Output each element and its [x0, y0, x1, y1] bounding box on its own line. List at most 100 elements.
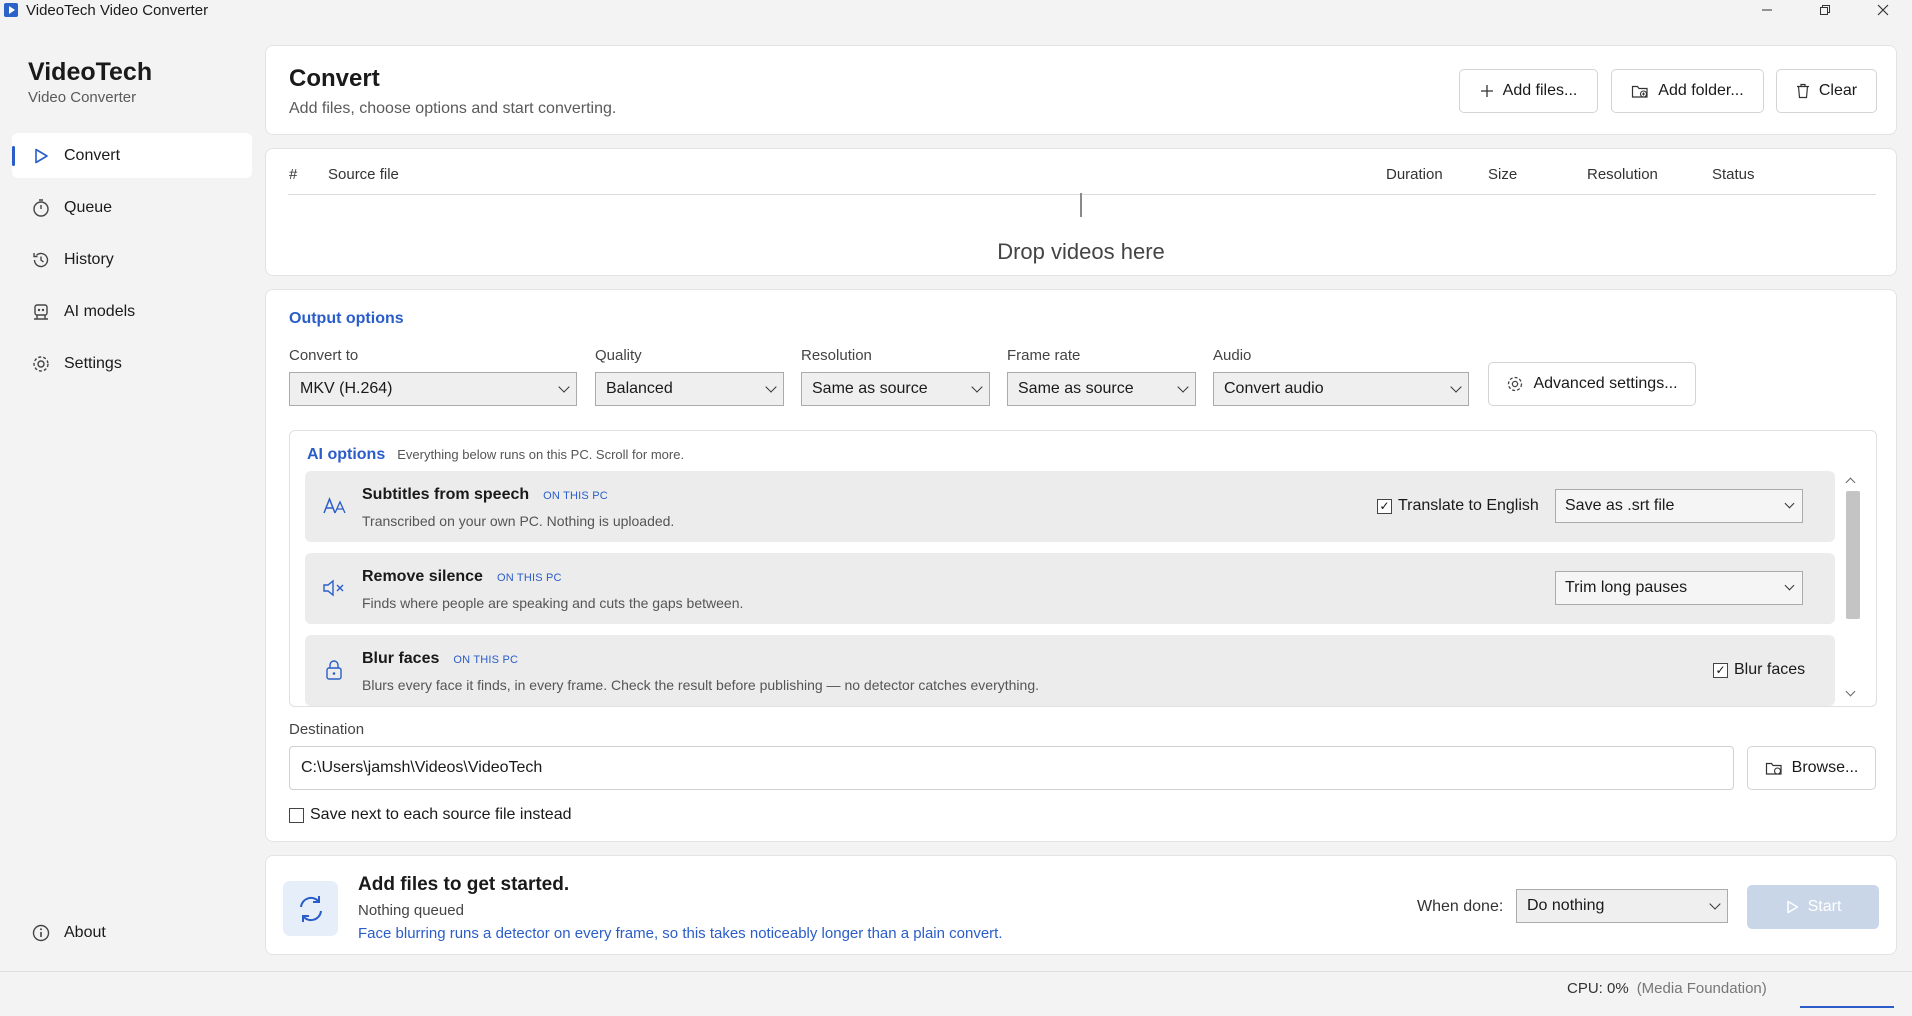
- plus-icon: [1480, 84, 1494, 98]
- sidebar-item-about[interactable]: About: [12, 910, 252, 955]
- ai-card-title: Blur faces ON THIS PC: [362, 650, 518, 668]
- chevron-down-icon: [1709, 898, 1721, 910]
- restore-button[interactable]: [1796, 0, 1854, 20]
- column-header-index: #: [289, 166, 298, 183]
- column-header-source[interactable]: Source file: [328, 166, 399, 183]
- refresh-icon: [283, 881, 338, 936]
- sidebar-item-convert[interactable]: Convert: [12, 133, 252, 178]
- clear-button[interactable]: Clear: [1776, 69, 1877, 113]
- ai-card-description: Transcribed on your own PC. Nothing is u…: [362, 513, 675, 529]
- sidebar-item-label: History: [64, 250, 114, 268]
- frame-rate-label: Frame rate: [1007, 347, 1081, 364]
- robot-icon: [30, 301, 52, 323]
- gear-icon: [1506, 375, 1524, 393]
- file-list[interactable]: # Source file Duration Size Resolution S…: [265, 148, 1897, 276]
- column-header-resolution[interactable]: Resolution: [1587, 166, 1658, 183]
- brand: VideoTech Video Converter: [28, 58, 152, 106]
- title-bar: VideoTech Video Converter: [0, 0, 1912, 20]
- save-next-label: Save next to each source file instead: [310, 806, 572, 823]
- translate-english-checkbox[interactable]: ✓ Translate to English: [1377, 497, 1539, 515]
- ai-card-description: Finds where people are speaking and cuts…: [362, 595, 744, 611]
- lock-icon: [321, 657, 347, 683]
- scroll-up-icon[interactable]: [1845, 477, 1856, 488]
- sidebar-item-history[interactable]: History: [12, 237, 252, 282]
- quality-select[interactable]: Balanced: [595, 372, 784, 406]
- when-done-value: Do nothing: [1527, 897, 1605, 914]
- audio-label: Audio: [1213, 347, 1252, 364]
- cpu-readout: CPU: 0% (Media Foundation): [1567, 980, 1767, 997]
- add-files-button[interactable]: Add files...: [1459, 69, 1598, 113]
- destination-input[interactable]: C:\Users\jamsh\Videos\VideoTech: [289, 746, 1734, 790]
- ai-card-title: Subtitles from speech ON THIS PC: [362, 486, 608, 504]
- destination-label: Destination: [289, 721, 365, 738]
- minimize-button[interactable]: [1738, 0, 1796, 20]
- folder-add-icon: [1631, 83, 1649, 99]
- sidebar-item-label: Queue: [64, 198, 113, 216]
- ai-card-subtitles: Subtitles from speech ON THIS PC Transcri…: [305, 471, 1835, 542]
- sidebar-item-queue[interactable]: Queue: [12, 185, 252, 230]
- ai-options-scrollbar[interactable]: [1842, 471, 1860, 701]
- brand-subtitle: Video Converter: [28, 89, 137, 106]
- ai-options-title: AI options: [307, 446, 386, 463]
- app-icon: [4, 3, 18, 17]
- chevron-down-icon: [765, 381, 777, 393]
- checkbox-unchecked[interactable]: [289, 807, 304, 823]
- start-label: Start: [1807, 898, 1842, 915]
- convert-to-value: MKV (H.264): [300, 380, 393, 397]
- frame-rate-select[interactable]: Same as source: [1007, 372, 1196, 406]
- add-folder-button[interactable]: Add folder...: [1611, 69, 1764, 113]
- resolution-label: Resolution: [801, 347, 872, 364]
- checkbox-checked[interactable]: ✓: [1713, 662, 1728, 678]
- scroll-down-icon[interactable]: [1845, 686, 1856, 697]
- engine-name: (Media Foundation): [1636, 980, 1767, 997]
- close-button[interactable]: [1854, 0, 1912, 20]
- column-header-status[interactable]: Status: [1712, 166, 1755, 183]
- quality-value: Balanced: [606, 380, 673, 397]
- blur-faces-label: Blur faces: [1734, 661, 1806, 678]
- sidebar-item-label: Settings: [64, 354, 122, 372]
- window-title: VideoTech Video Converter: [26, 1, 209, 19]
- cpu-usage: CPU: 0%: [1567, 980, 1629, 997]
- convert-header: Convert Add files, choose options and st…: [265, 45, 1897, 135]
- sidebar-item-settings[interactable]: Settings: [12, 341, 252, 386]
- silence-mode-value: Trim long pauses: [1565, 579, 1688, 596]
- ai-options[interactable]: AI options Everything below runs on this…: [289, 430, 1877, 707]
- column-header-size[interactable]: Size: [1488, 166, 1517, 183]
- subtitle-format-select[interactable]: Save as .srt file: [1555, 489, 1803, 523]
- audio-select[interactable]: Convert audio: [1213, 372, 1469, 406]
- play-icon: [30, 145, 52, 167]
- page-title: Convert: [289, 65, 380, 92]
- timer-icon: [30, 197, 52, 219]
- on-this-pc-badge: ON THIS PC: [496, 572, 562, 584]
- scrollbar-thumb[interactable]: [1846, 491, 1860, 619]
- silence-mode-select[interactable]: Trim long pauses: [1555, 571, 1803, 605]
- header-divider: [288, 194, 1876, 195]
- browse-button[interactable]: Browse...: [1747, 746, 1876, 790]
- when-done-select[interactable]: Do nothing: [1516, 889, 1728, 923]
- mute-icon: [321, 575, 347, 601]
- chevron-down-icon: [1177, 381, 1189, 393]
- on-this-pc-badge: ON THIS PC: [543, 490, 608, 502]
- window-controls: [1738, 0, 1912, 20]
- convert-to-select[interactable]: MKV (H.264): [289, 372, 577, 406]
- advanced-settings-button[interactable]: Advanced settings...: [1488, 362, 1696, 406]
- quality-label: Quality: [595, 347, 642, 364]
- activity-indicator: [1800, 1006, 1894, 1008]
- resolution-select[interactable]: Same as source: [801, 372, 990, 406]
- save-next-checkbox[interactable]: Save next to each source file instead: [289, 806, 572, 824]
- translate-english-label: Translate to English: [1398, 497, 1539, 514]
- blur-faces-checkbox[interactable]: ✓ Blur faces: [1713, 661, 1805, 679]
- minimize-icon: [1762, 9, 1772, 11]
- start-button[interactable]: Start: [1747, 885, 1879, 929]
- upload-arrow-icon: [1080, 193, 1082, 217]
- sidebar-nav: Convert Queue History AI models Settings: [12, 133, 252, 393]
- on-this-pc-badge: ON THIS PC: [453, 654, 519, 666]
- trash-icon: [1796, 83, 1810, 99]
- sidebar-item-ai-models[interactable]: AI models: [12, 289, 252, 334]
- status-bar: CPU: 0% (Media Foundation): [0, 971, 1912, 1016]
- checkbox-checked[interactable]: ✓: [1377, 498, 1392, 514]
- column-header-duration[interactable]: Duration: [1386, 166, 1443, 183]
- destination-path: C:\Users\jamsh\Videos\VideoTech: [301, 759, 543, 776]
- sidebar-footer: About: [12, 910, 252, 962]
- info-icon: [30, 922, 52, 944]
